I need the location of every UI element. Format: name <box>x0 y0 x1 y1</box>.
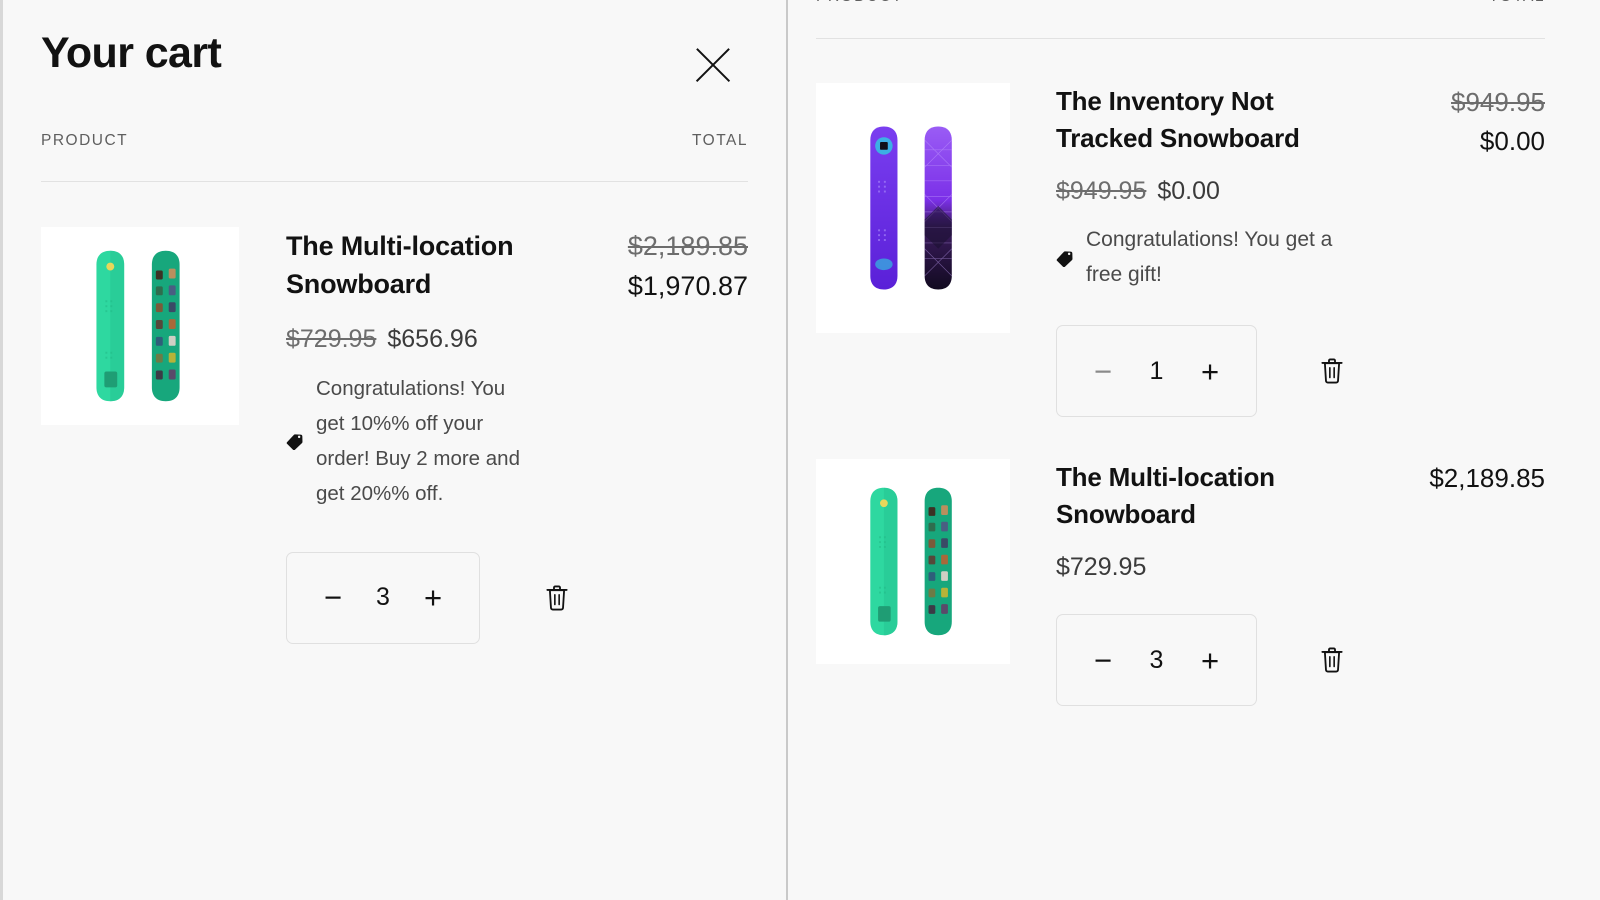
product-thumbnail[interactable] <box>816 459 1010 665</box>
unit-price: $949.95 $0.00 <box>1056 177 1345 206</box>
decrease-quantity-button[interactable]: − <box>313 578 353 618</box>
unit-price-discounted: $656.96 <box>387 324 478 353</box>
unit-price: $729.95 $656.96 <box>286 325 533 354</box>
quantity-stepper[interactable]: − 3 + <box>1056 614 1257 707</box>
unit-price: $729.95 <box>1056 553 1345 582</box>
discount-message: Congratulations! You get a free gift! <box>1056 223 1345 293</box>
remove-item-button[interactable] <box>1319 641 1345 679</box>
increase-quantity-button[interactable]: + <box>413 578 453 618</box>
quantity-value: 3 <box>376 583 390 612</box>
cart-column-headers: PRODUCT TOTAL <box>41 132 748 150</box>
unit-price-value: $729.95 <box>1056 553 1147 582</box>
price-tag-icon <box>286 432 304 450</box>
discount-text: Congratulations! You get 10%% off your o… <box>316 376 520 506</box>
product-title[interactable]: The Inventory Not Tracked Snowboard <box>1056 83 1345 157</box>
quantity-stepper[interactable]: − 3 + <box>286 551 480 644</box>
cart-line-item: The Inventory Not Tracked Snowboard $949… <box>816 83 1545 418</box>
line-total-value: $2,189.85 <box>1429 463 1545 494</box>
cart-screen: Your cart PRODUCT TOTAL The Multi-locati… <box>0 0 1600 900</box>
trash-icon <box>1319 357 1345 385</box>
column-header-product: PRODUCT <box>816 0 903 6</box>
trash-icon <box>1319 646 1345 674</box>
product-title[interactable]: The Multi-location Snowboard <box>286 227 533 304</box>
cart-drawer: Your cart PRODUCT TOTAL The Multi-locati… <box>0 0 788 900</box>
quantity-row: − 3 + <box>1056 614 1345 707</box>
remove-item-button[interactable] <box>1319 352 1345 390</box>
product-title[interactable]: The Multi-location Snowboard <box>1056 459 1345 533</box>
line-total: $2,189.85 <box>1345 459 1545 706</box>
cart-line-item: The Multi-location Snowboard $729.95 $65… <box>41 227 748 644</box>
quantity-value: 3 <box>1149 645 1164 674</box>
line-total: $2,189.85 $1,970.87 <box>533 227 748 644</box>
line-item-details: The Inventory Not Tracked Snowboard $949… <box>1056 83 1345 418</box>
unit-price-original: $949.95 <box>1056 177 1147 206</box>
unit-price-discounted: $0.00 <box>1157 177 1220 206</box>
increase-quantity-button[interactable]: + <box>1190 351 1230 391</box>
quantity-row: − 1 + <box>1056 325 1345 418</box>
line-item-details: The Multi-location Snowboard $729.95 − 3… <box>1056 459 1345 707</box>
page-column-headers: PRODUCT TOTAL <box>816 0 1545 6</box>
line-total: $949.95 $0.00 <box>1345 83 1545 417</box>
unit-price-original: $729.95 <box>286 324 377 353</box>
cart-page: PRODUCT TOTAL The Inventory Not Tracked … <box>788 0 1600 900</box>
close-icon[interactable] <box>682 34 744 96</box>
header-divider <box>41 181 748 182</box>
line-total-original: $2,189.85 <box>627 231 748 261</box>
quantity-value: 1 <box>1149 356 1164 385</box>
column-header-product: PRODUCT <box>41 132 129 149</box>
line-item-details: The Multi-location Snowboard $729.95 $65… <box>286 227 533 644</box>
header-divider <box>816 38 1545 39</box>
discount-text: Congratulations! You get a free gift! <box>1086 228 1333 287</box>
column-header-total: TOTAL <box>691 132 748 149</box>
product-thumbnail[interactable] <box>41 227 239 425</box>
price-tag-icon <box>1056 249 1074 267</box>
quantity-row: − 3 + <box>286 551 533 644</box>
cart-line-item: The Multi-location Snowboard $729.95 − 3… <box>816 459 1545 707</box>
column-header-total: TOTAL <box>1489 0 1545 6</box>
discount-message: Congratulations! You get 10%% off your o… <box>286 371 533 512</box>
line-total-original: $949.95 <box>1451 87 1545 117</box>
page-title: Your cart <box>41 29 222 77</box>
decrease-quantity-button[interactable]: − <box>1083 351 1123 391</box>
drawer-header: Your cart <box>41 0 748 96</box>
quantity-stepper[interactable]: − 1 + <box>1056 325 1257 418</box>
increase-quantity-button[interactable]: + <box>1190 640 1230 680</box>
product-thumbnail[interactable] <box>816 83 1010 333</box>
decrease-quantity-button[interactable]: − <box>1083 640 1123 680</box>
line-total-discounted: $1,970.87 <box>627 270 748 301</box>
line-total-discounted: $0.00 <box>1479 126 1545 156</box>
